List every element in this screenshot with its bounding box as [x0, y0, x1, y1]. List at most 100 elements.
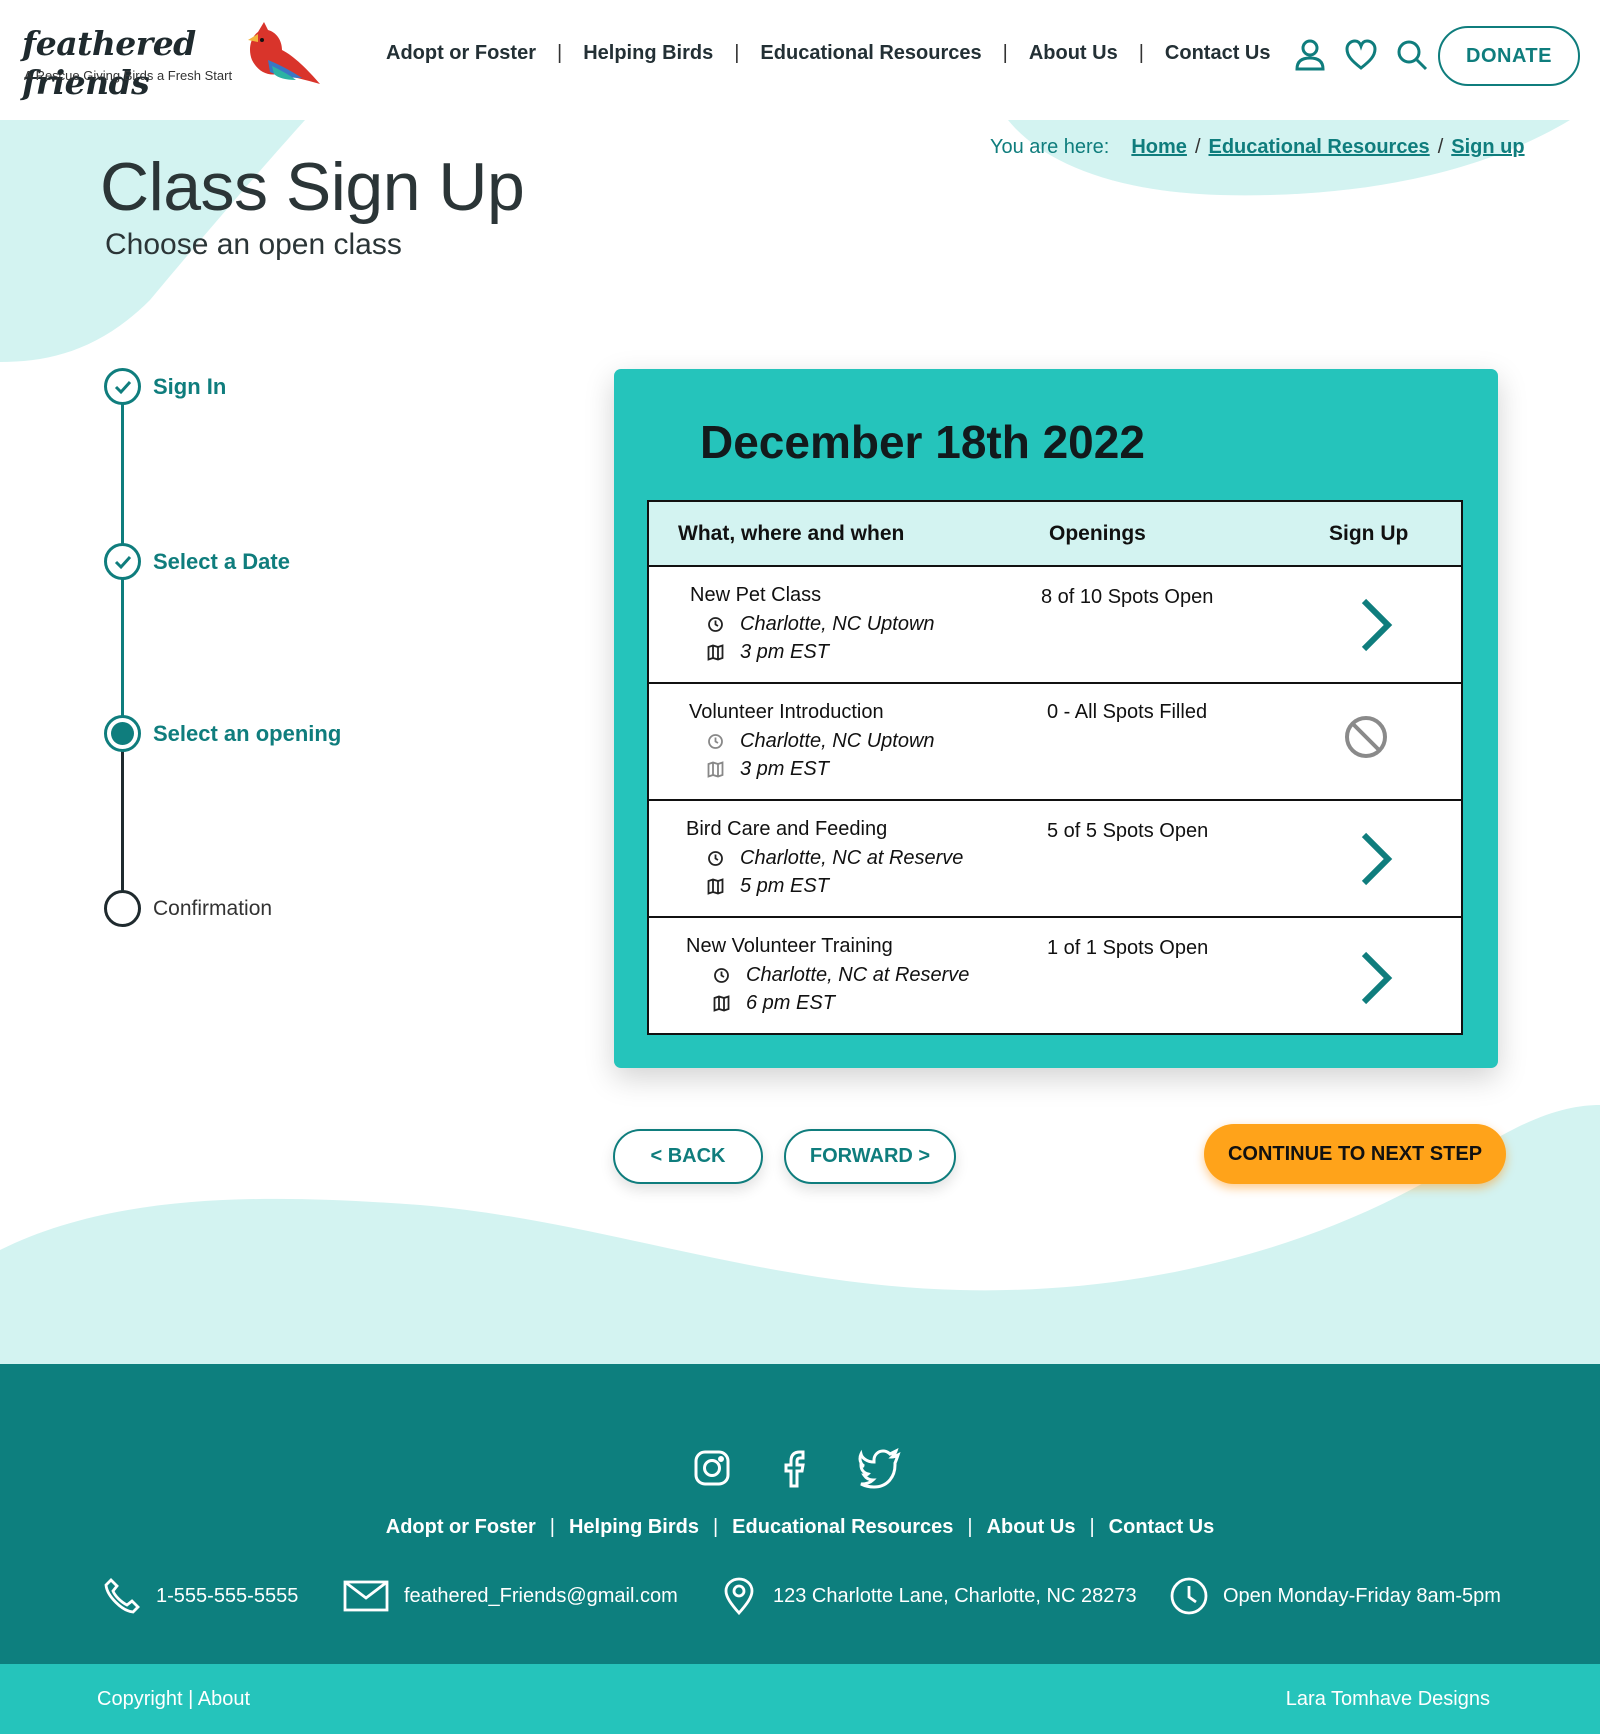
cardinal-bird-icon	[248, 22, 320, 84]
bottom-bar: Copyright | About Lara Tomhave Designs	[0, 1664, 1600, 1734]
location-text: Charlotte, NC Uptown	[740, 613, 935, 635]
nav-separator: |	[1138, 42, 1144, 64]
step-connector	[121, 742, 124, 890]
contact-hours: Open Monday-Friday 8am-5pm	[1169, 1576, 1501, 1616]
class-title: New Pet Class	[690, 584, 822, 606]
breadcrumb-educational-resources[interactable]: Educational Resources	[1209, 136, 1430, 159]
main-nav: Adopt or Foster | Helping Birds | Educat…	[386, 42, 1270, 65]
map-icon	[707, 878, 724, 895]
step-label: Select a Date	[153, 548, 290, 574]
schedule-table: What, where and when Openings Sign Up Ne…	[647, 500, 1463, 1035]
unavailable-icon	[1345, 716, 1387, 758]
step-complete-indicator	[104, 368, 141, 405]
location-text: Charlotte, NC Uptown	[740, 730, 935, 752]
map-icon	[707, 761, 724, 778]
table-row: Bird Care and Feeding Charlotte, NC at R…	[649, 801, 1461, 918]
step-confirmation: Confirmation	[104, 890, 272, 927]
column-header-sign-up: Sign Up	[1329, 522, 1409, 545]
step-current-indicator	[104, 715, 141, 752]
designer-credit: Lara Tomhave Designs	[1285, 1688, 1490, 1710]
class-title: New Volunteer Training	[686, 935, 893, 957]
back-button[interactable]: < BACK	[613, 1129, 763, 1184]
step-select-date[interactable]: Select a Date	[104, 543, 290, 580]
nav-separator: |	[734, 42, 740, 64]
footer-nav-contact-us[interactable]: Contact Us	[1109, 1516, 1215, 1539]
header-icons	[1293, 38, 1429, 72]
contact-email[interactable]: feathered_Friends@gmail.com	[342, 1576, 678, 1616]
nav-separator: |	[557, 42, 563, 64]
class-time: 3 pm EST	[707, 641, 829, 664]
time-text: 5 pm EST	[740, 875, 829, 897]
checkmark-icon	[114, 380, 131, 394]
contact-address[interactable]: 123 Charlotte Lane, Charlotte, NC 28273	[719, 1576, 1137, 1616]
class-location: Charlotte, NC at Reserve	[707, 847, 963, 870]
class-schedule-card: December 18th 2022 What, where and when …	[614, 369, 1498, 1068]
column-header-what: What, where and when	[678, 522, 905, 545]
hours-text: Open Monday-Friday 8am-5pm	[1223, 1584, 1501, 1607]
contact-phone[interactable]: 1-555-555-5555	[102, 1576, 298, 1616]
contact-info: 1-555-555-5555 feathered_Friends@gmail.c…	[0, 1576, 1600, 1626]
nav-about-us[interactable]: About Us	[1029, 42, 1118, 65]
forward-button[interactable]: FORWARD >	[784, 1129, 956, 1184]
table-header: What, where and when Openings Sign Up	[649, 502, 1461, 567]
continue-button[interactable]: CONTINUE TO NEXT STEP	[1204, 1124, 1506, 1184]
nav-separator: |	[712, 1516, 719, 1538]
class-title: Volunteer Introduction	[689, 701, 884, 723]
search-icon[interactable]	[1395, 38, 1429, 72]
class-location: Charlotte, NC Uptown	[707, 730, 935, 753]
class-time: 5 pm EST	[707, 875, 829, 898]
site-footer: Adopt or Foster | Helping Birds | Educat…	[0, 1364, 1600, 1664]
breadcrumb-sign-up[interactable]: Sign up	[1451, 136, 1524, 159]
footer-nav-adopt-foster[interactable]: Adopt or Foster	[386, 1516, 536, 1539]
nav-adopt-foster[interactable]: Adopt or Foster	[386, 42, 536, 65]
location-pin-icon	[724, 1577, 754, 1616]
breadcrumb-home[interactable]: Home	[1131, 136, 1187, 159]
phone-text: 1-555-555-5555	[156, 1584, 299, 1607]
footer-nav-about-us[interactable]: About Us	[987, 1516, 1076, 1539]
phone-icon	[104, 1578, 140, 1614]
heart-icon[interactable]	[1344, 38, 1378, 72]
copyright-links[interactable]: Copyright | About	[97, 1688, 250, 1711]
nav-separator: |	[967, 1516, 973, 1538]
class-location: Charlotte, NC at Reserve	[713, 964, 969, 987]
footer-nav-educational-resources[interactable]: Educational Resources	[732, 1516, 953, 1539]
column-header-openings: Openings	[1049, 522, 1146, 545]
time-text: 3 pm EST	[740, 641, 829, 663]
step-todo-indicator	[104, 890, 141, 927]
class-time: 6 pm EST	[713, 992, 835, 1015]
location-text: Charlotte, NC at Reserve	[740, 847, 964, 869]
time-text: 6 pm EST	[746, 992, 835, 1014]
nav-contact-us[interactable]: Contact Us	[1165, 42, 1271, 65]
logo-tagline: A Rescue Giving Birds a Fresh Start	[24, 68, 233, 83]
page-title: Class Sign Up	[100, 149, 525, 225]
chevron-right-icon[interactable]	[1352, 948, 1400, 1008]
instagram-icon[interactable]	[690, 1446, 734, 1490]
breadcrumb-separator: /	[1194, 136, 1201, 158]
class-time: 3 pm EST	[707, 758, 829, 781]
table-row: New Volunteer Training Charlotte, NC at …	[649, 918, 1461, 1035]
user-icon[interactable]	[1293, 38, 1327, 72]
nav-helping-birds[interactable]: Helping Birds	[583, 42, 713, 65]
social-links	[690, 1446, 902, 1490]
nav-educational-resources[interactable]: Educational Resources	[760, 42, 981, 65]
step-complete-indicator	[104, 543, 141, 580]
step-label: Sign In	[153, 373, 227, 399]
nav-separator: |	[1002, 42, 1008, 64]
footer-nav-helping-birds[interactable]: Helping Birds	[569, 1516, 699, 1539]
chevron-right-icon[interactable]	[1352, 595, 1400, 655]
email-text: feathered_Friends@gmail.com	[404, 1584, 678, 1607]
clock-icon	[1170, 1577, 1208, 1615]
twitter-icon[interactable]	[858, 1446, 902, 1490]
page-subtitle: Choose an open class	[105, 228, 402, 261]
chevron-right-icon[interactable]	[1352, 829, 1400, 889]
address-text: 123 Charlotte Lane, Charlotte, NC 28273	[773, 1584, 1137, 1607]
step-sign-in[interactable]: Sign In	[104, 368, 226, 405]
openings-text: 5 of 5 Spots Open	[1047, 820, 1209, 842]
step-label: Confirmation	[153, 896, 273, 920]
donate-button[interactable]: DONATE	[1438, 26, 1580, 86]
mail-icon	[343, 1580, 389, 1612]
facebook-icon[interactable]	[774, 1446, 818, 1490]
logo[interactable]: feathered friends A Rescue Giving Birds …	[22, 20, 320, 102]
class-location: Charlotte, NC Uptown	[707, 613, 935, 636]
step-select-opening[interactable]: Select an opening	[104, 715, 341, 752]
